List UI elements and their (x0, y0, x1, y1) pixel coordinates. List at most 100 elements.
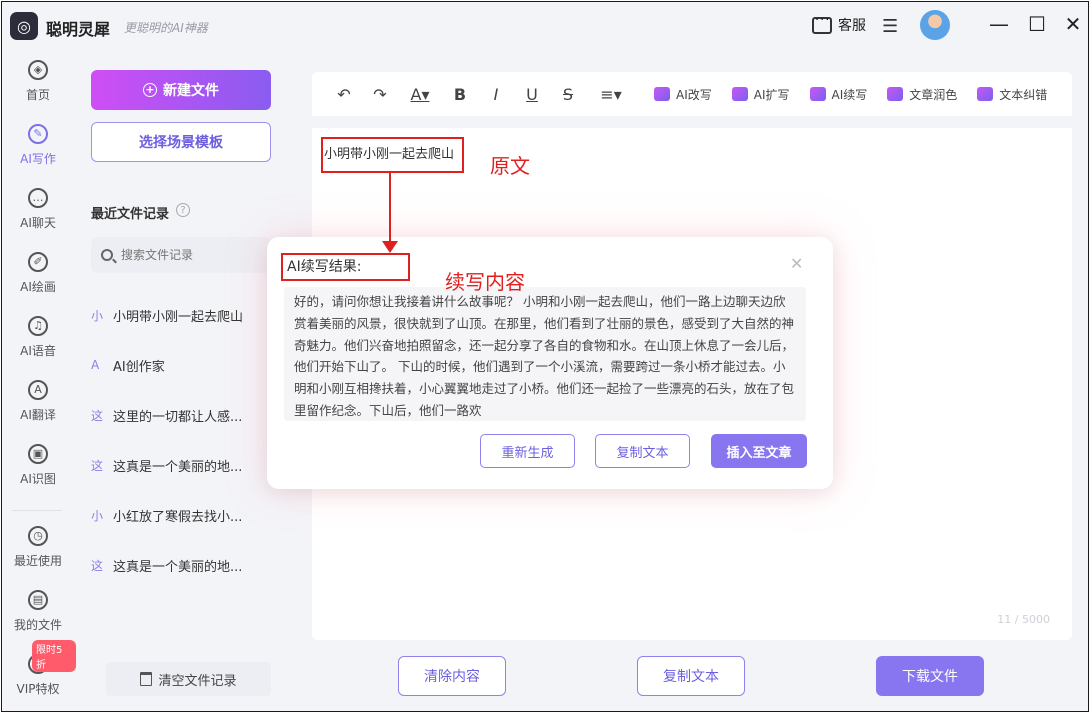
close-icon[interactable]: ✕ (790, 254, 803, 273)
file-mark: A (91, 358, 100, 372)
file-mark: 这 (91, 458, 104, 473)
nav-item-my-files[interactable]: ▤ 我的文件 (2, 590, 74, 633)
pen-icon: ✎ (28, 124, 48, 144)
annotation-arrow-line (389, 173, 391, 245)
nav-label: VIP特权 (16, 682, 60, 696)
minimize-button[interactable]: — (984, 12, 1014, 36)
font-color-icon[interactable]: A▾ (398, 85, 442, 104)
image-scan-icon: ▣ (28, 444, 48, 464)
file-title: AI创作家 (113, 359, 165, 375)
app-logo-icon: ◎ (10, 12, 38, 40)
insert-into-article-button[interactable]: 插入至文章 (711, 434, 807, 468)
result-text: 好的，请问你想让我接着讲什么故事呢？ 小明和小刚一起去爬山，他们一路上边聊天边欣… (294, 294, 795, 418)
list-item[interactable]: 这 这真是一个美丽的地... (91, 540, 276, 590)
search-input[interactable] (121, 248, 261, 262)
redo-icon[interactable]: ↷ (362, 85, 398, 104)
annotation-box-result (281, 253, 410, 281)
file-title: 这真是一个美丽的地... (113, 559, 243, 575)
ai-tool-label: AI扩写 (753, 87, 790, 102)
nav-label: AI绘画 (20, 280, 56, 294)
chat-bubble-icon (812, 13, 832, 34)
file-mark: 小 (91, 308, 104, 323)
ai-rewrite-icon (654, 87, 670, 101)
list-item[interactable]: 小 小红放了寒假去找小... (91, 490, 276, 540)
list-item[interactable]: A AI创作家 (91, 340, 276, 390)
clock-icon: ◷ (28, 526, 48, 546)
left-nav: ◈ 首页 ✎ AI写作 … AI聊天 ✐ AI绘画 ♫ AI语音 A AI翻译 … (2, 50, 76, 711)
undo-icon[interactable]: ↶ (326, 85, 362, 104)
polish-button[interactable]: 文章润色 (887, 86, 957, 103)
annotation-box-original (321, 137, 464, 173)
app-name: 聪明灵犀 (46, 20, 111, 39)
close-button[interactable]: ✕ (1058, 12, 1088, 36)
nav-item-ai-writing[interactable]: ✎ AI写作 (2, 124, 74, 167)
nav-label: AI聊天 (20, 216, 56, 230)
avatar[interactable] (920, 10, 950, 40)
align-icon[interactable]: ≡▾ (586, 85, 636, 104)
trash-icon (140, 672, 153, 686)
file-icon: ▤ (28, 590, 48, 610)
ai-expand-icon (731, 87, 748, 101)
nav-item-ai-voice[interactable]: ♫ AI语音 (2, 316, 74, 359)
file-title: 这真是一个美丽的地... (113, 459, 243, 475)
file-mark: 这 (91, 558, 104, 573)
nav-label: AI翻译 (20, 408, 56, 422)
copy-result-button[interactable]: 复制文本 (595, 434, 690, 468)
proofread-button[interactable]: 文本纠错 (977, 86, 1047, 103)
polish-icon (887, 87, 904, 101)
customer-service-button[interactable]: 客服 (812, 13, 866, 35)
list-item[interactable]: 这 这真是一个美丽的地... (91, 440, 276, 490)
bold-icon[interactable]: B (442, 85, 478, 104)
nav-label: AI写作 (20, 152, 56, 166)
clear-records-label: 清空文件记录 (158, 673, 237, 689)
underline-icon[interactable]: U (514, 85, 550, 104)
search-icon (101, 249, 113, 261)
ai-rewrite-button[interactable]: AI改写 (654, 86, 712, 103)
strikethrough-icon[interactable]: S (550, 85, 586, 104)
nav-label: AI识图 (20, 472, 56, 486)
plus-icon: + (143, 83, 157, 97)
nav-item-home[interactable]: ◈ 首页 (2, 60, 74, 103)
ai-continue-icon (809, 87, 826, 101)
ai-continue-button[interactable]: AI续写 (809, 86, 867, 103)
new-file-button[interactable]: + 新建文件 (91, 70, 271, 110)
home-icon: ◈ (28, 60, 48, 80)
app-window: ◎ 聪明灵犀 更聪明的AI神器 客服 ☰ — ☐ ✕ ◈ 首页 ✎ AI写作 …… (1, 1, 1089, 712)
help-icon[interactable]: ? (176, 203, 190, 217)
clear-content-button[interactable]: 清除内容 (398, 656, 506, 696)
file-mark: 这 (91, 408, 104, 423)
regenerate-button[interactable]: 重新生成 (480, 434, 575, 468)
nav-item-ai-image-recognition[interactable]: ▣ AI识图 (2, 444, 74, 487)
maximize-button[interactable]: ☐ (1022, 12, 1052, 36)
nav-item-ai-chat[interactable]: … AI聊天 (2, 188, 74, 231)
app-slogan: 更聪明的AI神器 (124, 21, 208, 35)
result-text-box[interactable]: 好的，请问你想让我接着讲什么故事呢？ 小明和小刚一起去爬山，他们一路上边聊天边欣… (284, 287, 806, 421)
ai-expand-button[interactable]: AI扩写 (731, 86, 790, 103)
file-title: 这里的一切都让人感... (113, 409, 243, 425)
copy-text-button[interactable]: 复制文本 (637, 656, 745, 696)
recent-search (91, 237, 271, 273)
file-title: 小红放了寒假去找小... (113, 509, 243, 525)
brush-icon: ✐ (28, 252, 48, 272)
recent-files-title: 最近文件记录 (91, 207, 170, 222)
clear-records-button[interactable]: 清空文件记录 (106, 662, 271, 696)
nav-label: 我的文件 (13, 618, 62, 632)
list-item[interactable]: 小 小明带小刚一起去爬山 (91, 290, 276, 340)
vip-discount-badge: 限时5折 (32, 640, 76, 672)
editor-toolbar: ↶ ↷ A▾ B I U S ≡▾ AI改写 AI扩写 AI续写 文章润色 文本… (312, 72, 1072, 116)
italic-icon[interactable]: I (478, 85, 514, 104)
nav-item-ai-translate[interactable]: A AI翻译 (2, 380, 74, 423)
headphone-icon: ♫ (28, 316, 48, 336)
nav-item-ai-drawing[interactable]: ✐ AI绘画 (2, 252, 74, 295)
nav-item-recent[interactable]: ◷ 最近使用 (2, 526, 74, 569)
recent-file-list: 小 小明带小刚一起去爬山 A AI创作家 这 这里的一切都让人感... 这 这真… (91, 290, 276, 590)
nav-divider (12, 510, 62, 511)
chat-icon: … (28, 188, 48, 208)
customer-service-label: 客服 (838, 18, 866, 34)
translate-icon: A (28, 380, 48, 400)
choose-template-button[interactable]: 选择场景模板 (91, 122, 271, 162)
menu-icon[interactable]: ☰ (882, 16, 898, 37)
ai-tool-label: 文章润色 (909, 87, 958, 102)
download-file-button[interactable]: 下载文件 (876, 656, 984, 696)
list-item[interactable]: 这 这里的一切都让人感... (91, 390, 276, 440)
